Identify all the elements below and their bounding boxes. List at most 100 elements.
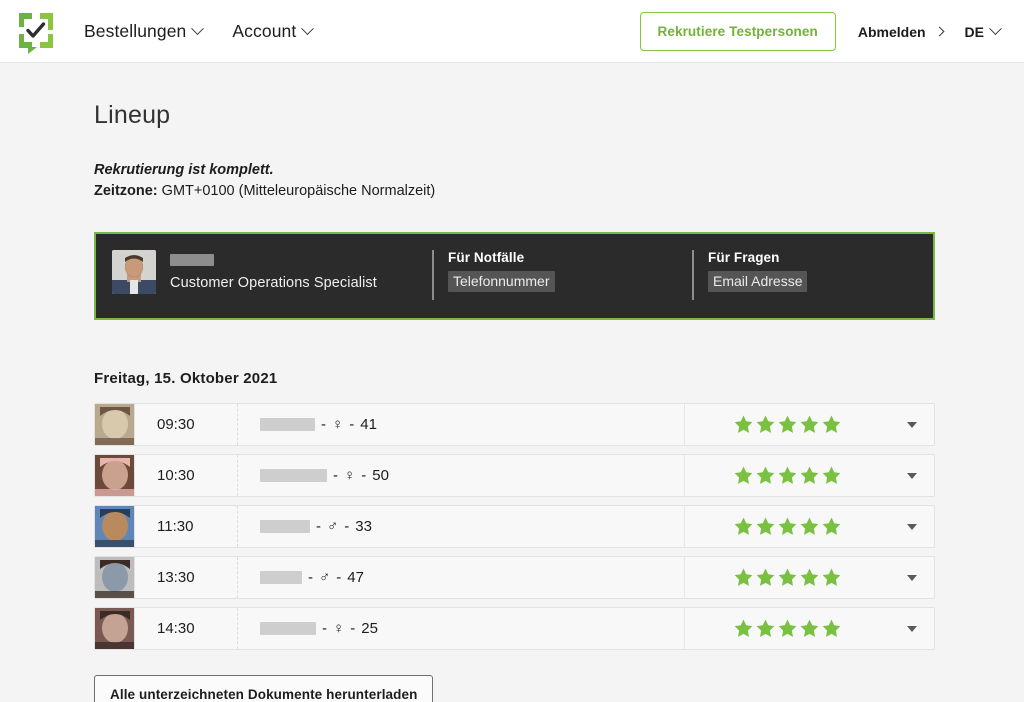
participant-age: 50 <box>372 467 389 485</box>
table-row[interactable]: 11:30- ♂ -33 <box>94 505 935 549</box>
participant-info: - ♀ -25 <box>238 608 685 650</box>
download-signed-documents-button[interactable]: Alle unterzeichneten Dokumente herunterl… <box>94 675 434 702</box>
top-header: Bestellungen Account Rekrutiere Testpers… <box>0 0 1024 63</box>
participant-name-redacted <box>260 520 310 534</box>
primary-nav: Bestellungen Account <box>84 21 315 42</box>
star-icon <box>755 567 776 588</box>
participant-name-redacted <box>260 622 316 636</box>
star-icon <box>821 414 842 435</box>
nav-item-label: Bestellungen <box>84 21 187 41</box>
timezone-line: Zeitzone: GMT+0100 (Mitteleuropäische No… <box>94 181 1024 202</box>
participant-info: - ♀ -50 <box>238 455 685 497</box>
participant-separator: - <box>336 569 342 587</box>
star-icon <box>821 516 842 537</box>
questions-label: Für Fragen <box>708 250 780 266</box>
participant-separator: - <box>308 569 313 587</box>
participant-avatar <box>95 455 135 497</box>
star-icon <box>799 618 820 639</box>
chevron-down-icon <box>907 574 917 581</box>
schedule-rows: 09:30- ♀ -41 10:30- ♀ -50 11:30- ♂ -33 13:30- ♂ -47… <box>94 403 1024 651</box>
participant-rating[interactable] <box>685 567 890 588</box>
contact-role: Customer Operations Specialist <box>170 275 377 292</box>
star-icon <box>755 414 776 435</box>
star-icon <box>733 465 754 486</box>
chevron-down-icon <box>907 523 917 530</box>
star-icon <box>733 567 754 588</box>
appointment-time: 14:30 <box>135 608 238 650</box>
star-icon <box>755 516 776 537</box>
participant-age: 25 <box>361 620 378 638</box>
participant-separator: - <box>321 416 326 434</box>
participant-rating[interactable] <box>685 465 890 486</box>
participant-rating[interactable] <box>685 414 890 435</box>
star-icon <box>777 414 798 435</box>
timezone-value: GMT+0100 (Mitteleuropäische Normalzeit) <box>161 183 436 200</box>
expand-row-button[interactable] <box>890 472 934 479</box>
contact-bar: Customer Operations Specialist Für Notfä… <box>94 232 935 321</box>
recruit-testpersons-button[interactable]: Rekrutiere Testpersonen <box>639 12 836 51</box>
header-actions: Rekrutiere Testpersonen Abmelden DE <box>639 12 1009 51</box>
emergency-contact-block: Für Notfälle Telefonnummer <box>432 250 692 301</box>
expand-row-button[interactable] <box>890 523 934 530</box>
speech-bubble-check-icon <box>19 12 53 54</box>
emergency-label: Für Notfälle <box>448 250 525 266</box>
page-meta: Rekrutierung ist komplett. Zeitzone: GMT… <box>94 160 1024 202</box>
participant-separator: - <box>350 620 356 638</box>
star-icon <box>821 567 842 588</box>
timezone-label: Zeitzone: <box>94 183 158 200</box>
participant-gender: ♂ <box>319 569 331 587</box>
chevron-down-icon <box>907 472 917 479</box>
chevron-down-icon <box>989 22 1002 36</box>
expand-row-button[interactable] <box>890 421 934 428</box>
appointment-time: 10:30 <box>135 455 238 497</box>
table-row[interactable]: 10:30- ♀ -50 <box>94 454 935 498</box>
recruitment-status: Rekrutierung ist komplett. <box>94 162 274 178</box>
contact-name-redacted <box>170 253 214 266</box>
participant-name-redacted <box>260 418 315 432</box>
star-icon <box>799 516 820 537</box>
participant-separator: - <box>322 620 327 638</box>
page-content: Lineup Rekrutierung ist komplett. Zeitzo… <box>0 63 1024 702</box>
chevron-down-icon <box>301 22 315 36</box>
table-row[interactable]: 14:30- ♀ -25 <box>94 607 935 651</box>
language-label: DE <box>964 23 984 40</box>
participant-gender: ♀ <box>333 620 345 638</box>
star-icon <box>733 414 754 435</box>
star-icon <box>821 465 842 486</box>
logout-link[interactable]: Abmelden <box>858 24 944 40</box>
brand-logo[interactable] <box>14 9 58 55</box>
participant-separator: - <box>333 467 338 485</box>
expand-row-button[interactable] <box>890 625 934 632</box>
table-row[interactable]: 09:30- ♀ -41 <box>94 403 935 447</box>
participant-rating[interactable] <box>685 516 890 537</box>
participant-avatar <box>95 608 135 650</box>
participant-info: - ♂ -47 <box>238 557 685 599</box>
chevron-down-icon <box>191 22 205 36</box>
contact-meta: Customer Operations Specialist <box>170 250 377 291</box>
star-icon <box>755 465 776 486</box>
table-row[interactable]: 13:30- ♂ -47 <box>94 556 935 600</box>
appointment-time: 11:30 <box>135 506 238 548</box>
nav-item-account[interactable]: Account <box>232 21 315 42</box>
star-icon <box>777 618 798 639</box>
chevron-down-icon <box>907 625 917 632</box>
participant-separator: - <box>349 416 355 434</box>
emergency-value: Telefonnummer <box>448 271 555 293</box>
expand-row-button[interactable] <box>890 574 934 581</box>
participant-avatar <box>95 557 135 599</box>
language-selector[interactable]: DE <box>964 22 1002 40</box>
participant-separator: - <box>361 467 367 485</box>
participant-gender: ♀ <box>344 467 356 485</box>
appointment-time: 09:30 <box>135 404 238 446</box>
star-icon <box>755 618 776 639</box>
participant-rating[interactable] <box>685 618 890 639</box>
participant-name-redacted <box>260 571 302 585</box>
nav-item-bestellungen[interactable]: Bestellungen <box>84 21 205 42</box>
contact-avatar <box>112 250 156 295</box>
star-icon <box>821 618 842 639</box>
participant-gender: ♀ <box>332 416 344 434</box>
star-icon <box>733 618 754 639</box>
participant-age: 33 <box>355 518 372 536</box>
participant-separator: - <box>316 518 321 536</box>
participant-gender: ♂ <box>327 518 339 536</box>
